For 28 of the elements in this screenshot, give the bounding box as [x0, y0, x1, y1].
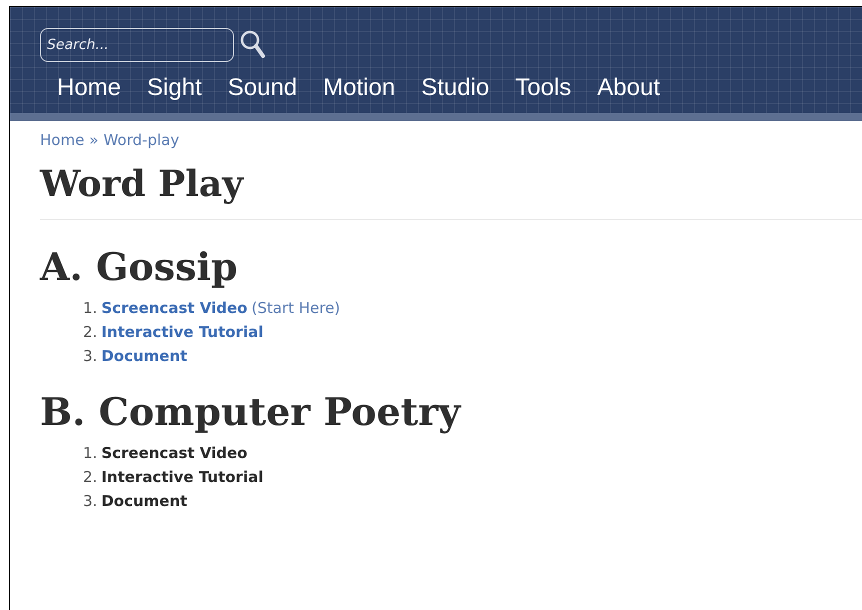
nav-link[interactable]: Sight — [134, 74, 215, 102]
search-icon[interactable] — [240, 30, 266, 60]
nav-link[interactable]: Tools — [502, 74, 584, 102]
list-number: 1. — [83, 444, 98, 462]
item-link[interactable]: Document — [101, 347, 188, 365]
item-text: Document — [101, 492, 188, 510]
item-text: Interactive Tutorial — [101, 468, 264, 486]
list-number: 1. — [83, 299, 98, 317]
item-link[interactable]: Screencast Video — [101, 299, 248, 317]
page-title: Word Play — [40, 163, 862, 220]
list-number: 3. — [83, 492, 98, 510]
nav-link[interactable]: Studio — [408, 74, 502, 102]
section-heading: A. Gossip — [40, 244, 239, 289]
breadcrumb-separator: » — [89, 131, 98, 149]
nav-link[interactable]: Sound — [214, 74, 310, 102]
list-number: 2. — [83, 323, 98, 341]
breadcrumb-link[interactable]: Home — [40, 131, 84, 149]
item-text: Screencast Video — [101, 444, 248, 462]
item-link[interactable]: Interactive Tutorial — [101, 323, 264, 341]
item-note: (Start Here) — [251, 299, 340, 317]
breadcrumb-link[interactable]: Word-play — [103, 131, 180, 149]
list-number: 2. — [83, 468, 98, 486]
list-number: 3. — [83, 347, 98, 365]
nav-link[interactable]: About — [584, 74, 673, 102]
section-heading: B. Computer Poetry — [40, 389, 462, 434]
nav-link[interactable]: Home — [44, 74, 134, 102]
search-field[interactable]: Search... — [40, 28, 234, 62]
nav-link[interactable]: Motion — [310, 74, 408, 102]
